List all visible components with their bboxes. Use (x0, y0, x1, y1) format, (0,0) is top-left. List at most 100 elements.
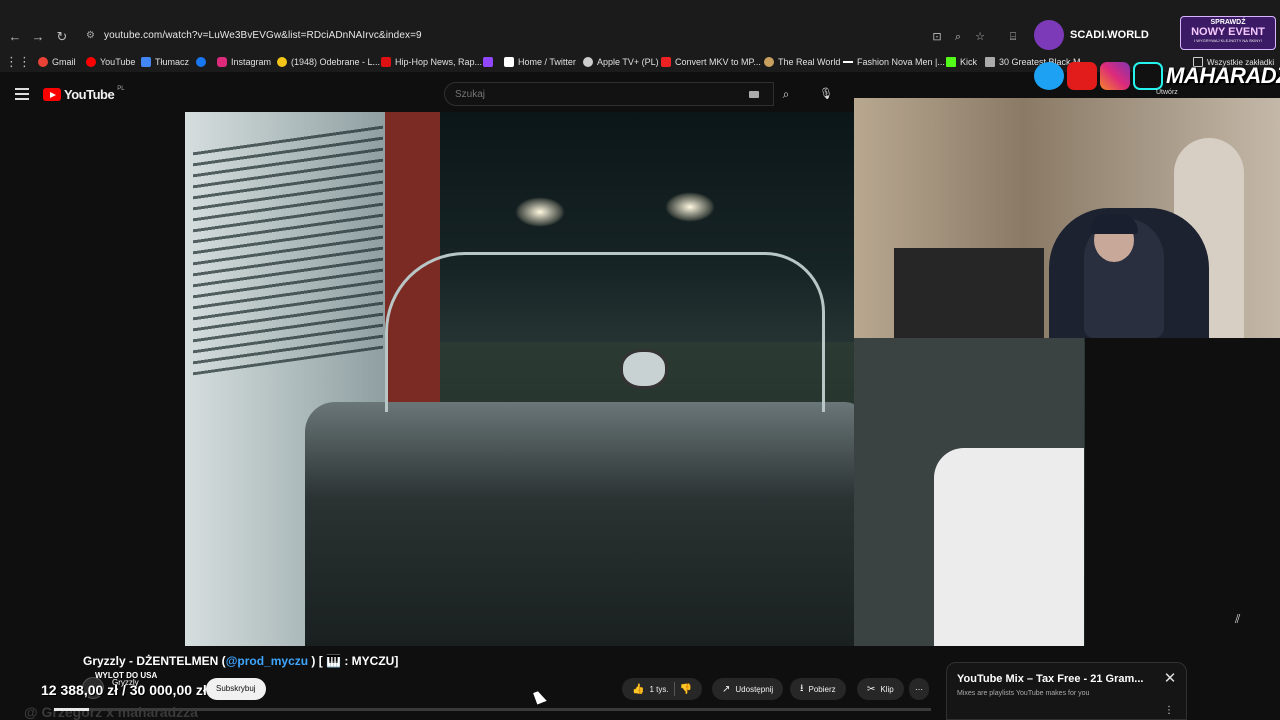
video-side-mirror (620, 349, 668, 389)
mix-subtitle: Mixes are playlists YouTube makes for yo… (957, 690, 1090, 697)
realworld-icon (764, 57, 774, 67)
create-button[interactable]: Utwórz (1156, 89, 1178, 96)
like-icon[interactable]: 👍 (632, 684, 644, 695)
producer-link[interactable]: @prod_myczu (226, 654, 308, 668)
bookmark-label: Instagram (231, 57, 272, 67)
second-camera-overlay (854, 338, 1084, 646)
youtube-play-icon (43, 88, 61, 101)
address-bar[interactable]: youtube.com/watch?v=LuWe3BvEVGw&list=RDc… (104, 30, 422, 41)
bookmark-label: Tłumacz (155, 57, 190, 67)
video-lamp (665, 192, 715, 222)
close-icon[interactable]: ✕ (1162, 671, 1178, 687)
star-icon[interactable]: ☆ (972, 29, 988, 45)
dislike-icon[interactable]: 👎 (680, 684, 692, 695)
bookmark-label: Kick (960, 57, 978, 67)
bookmark-twitter[interactable]: Home / Twitter (504, 55, 576, 69)
event-banner: SPRAWDŹ NOWY EVENT I WYGRYWAJ KLEJNOTY N… (1180, 16, 1276, 50)
bookmark-gmail[interactable]: Gmail (38, 55, 76, 69)
bookmark-label: Apple TV+ (PL) (597, 57, 659, 67)
video-car-window (385, 252, 825, 412)
more-actions-button[interactable]: ⋯ (909, 678, 929, 700)
video-wall-text (193, 118, 383, 376)
donation-counter: 12 388,00 zł / 30 000,00 zł (41, 682, 207, 698)
back-icon[interactable]: ← (6, 28, 24, 46)
bookmark-odebrane[interactable]: (1948) Odebrane - L... (277, 55, 380, 69)
clip-button[interactable]: ✂ Klip (857, 678, 904, 700)
subscribe-button[interactable]: Subskrybuj (206, 678, 266, 700)
logo-text: YouTube (64, 87, 115, 102)
webcam-overlay (854, 98, 1280, 338)
second-camera-figure (934, 448, 1084, 646)
bookmark-label: Fashion Nova Men |... (857, 57, 945, 67)
bookmark-translate[interactable]: Tłumacz (141, 55, 189, 69)
share-label: Udostępnij (735, 684, 774, 694)
faded-overlay-text: @ Grzegorz x maharadzza (24, 704, 198, 720)
mix-playlist-panel: YouTube Mix – Tax Free - 21 Gram... Mixe… (946, 662, 1187, 720)
bookmark-hiphop[interactable]: Hip-Hop News, Rap... (381, 55, 482, 69)
webcam-bed (894, 248, 1044, 338)
emoji-icon (277, 57, 287, 67)
apps-grid-icon[interactable]: ⋮⋮ (5, 53, 31, 71)
youtube-header: YouTube PL ⌕ 🎙 (0, 80, 854, 110)
youtube-icon (1067, 62, 1097, 90)
translate-icon[interactable]: ⌸ (1005, 29, 1021, 45)
gmail-icon (38, 57, 48, 67)
seek-bar-fill (54, 708, 90, 711)
forward-icon[interactable]: → (29, 28, 47, 46)
bookmark-youtube[interactable]: YouTube (86, 55, 135, 69)
clip-label: Klip (880, 684, 894, 694)
search-input[interactable] (445, 83, 735, 105)
title-text: Gryzzly - DŻENTELMEN ( (83, 654, 226, 668)
translate-icon (141, 57, 151, 67)
instagram-icon (217, 57, 227, 67)
video-title: Gryzzly - DŻENTELMEN (@prod_myczu ) [ 🎹 … (83, 654, 398, 668)
menu-icon[interactable] (15, 88, 29, 100)
mic-icon[interactable]: 🎙 (814, 82, 838, 106)
event-line-2: NOWY EVENT (1191, 26, 1265, 38)
video-car-door (305, 402, 865, 646)
bookmark-label: The Real World (778, 57, 841, 67)
youtube-logo[interactable]: YouTube PL (43, 86, 125, 102)
convert-icon (661, 57, 671, 67)
bookmark-label: Convert MKV to MP... (675, 57, 761, 67)
watch-metadata: Gryzzly - DŻENTELMEN (@prod_myczu ) [ 🎹 … (0, 646, 1280, 720)
title-text-end: ) [ 🎹 : MYCZU] (308, 654, 399, 668)
reload-icon[interactable]: ↻ (53, 28, 71, 46)
mix-more-icon[interactable]: ⋮ (1164, 705, 1174, 716)
donation-goal-label: WYLOT DO USA (95, 671, 158, 680)
bookmark-label: YouTube (100, 57, 136, 67)
instagram-icon (1100, 62, 1130, 90)
video-lamp (515, 197, 565, 227)
install-icon[interactable]: ⊡ (929, 29, 945, 45)
search-box (444, 82, 774, 106)
bookmark-fashionnova[interactable]: Fashion Nova Men |... (843, 55, 945, 69)
search-icon[interactable]: ⌕ (774, 82, 798, 106)
share-icon: ↗ (722, 683, 731, 695)
share-button[interactable]: ↗ Udostępnij (712, 678, 784, 700)
site-info-icon[interactable]: ⚙ (86, 30, 98, 42)
bookmark-instagram[interactable]: Instagram (217, 55, 271, 69)
bookmark-convert[interactable]: Convert MKV to MP... (661, 55, 761, 69)
apple-icon (583, 57, 593, 67)
like-divider (673, 682, 675, 696)
resize-icon[interactable]: ⫽ (1235, 612, 1240, 627)
facebook-icon (196, 57, 206, 67)
download-button[interactable]: ⭳ Pobierz (790, 678, 846, 700)
bookmark-kick[interactable]: Kick (946, 55, 977, 69)
bookmark-twitch[interactable] (483, 55, 493, 69)
bookmark-label: Hip-Hop News, Rap... (395, 57, 483, 67)
fashionnova-icon (843, 61, 853, 63)
bookmark-label: Gmail (52, 57, 76, 67)
like-count[interactable]: 1 tys. (649, 685, 668, 694)
seek-bar[interactable] (54, 708, 931, 711)
zoom-icon[interactable]: ⌕ (950, 29, 966, 45)
bookmark-realworld[interactable]: The Real World (764, 55, 840, 69)
bookmark-appletv[interactable]: Apple TV+ (PL) (583, 55, 659, 69)
social-handles: MAHARADZZA (1034, 62, 1280, 90)
x-icon (504, 57, 514, 67)
mix-title[interactable]: YouTube Mix – Tax Free - 21 Gram... (957, 673, 1143, 685)
streamer-handle: MAHARADZZA (1166, 63, 1280, 88)
scadi-mascot-icon (1034, 20, 1064, 50)
keyboard-icon[interactable] (749, 91, 759, 98)
bookmark-facebook[interactable] (196, 55, 206, 69)
